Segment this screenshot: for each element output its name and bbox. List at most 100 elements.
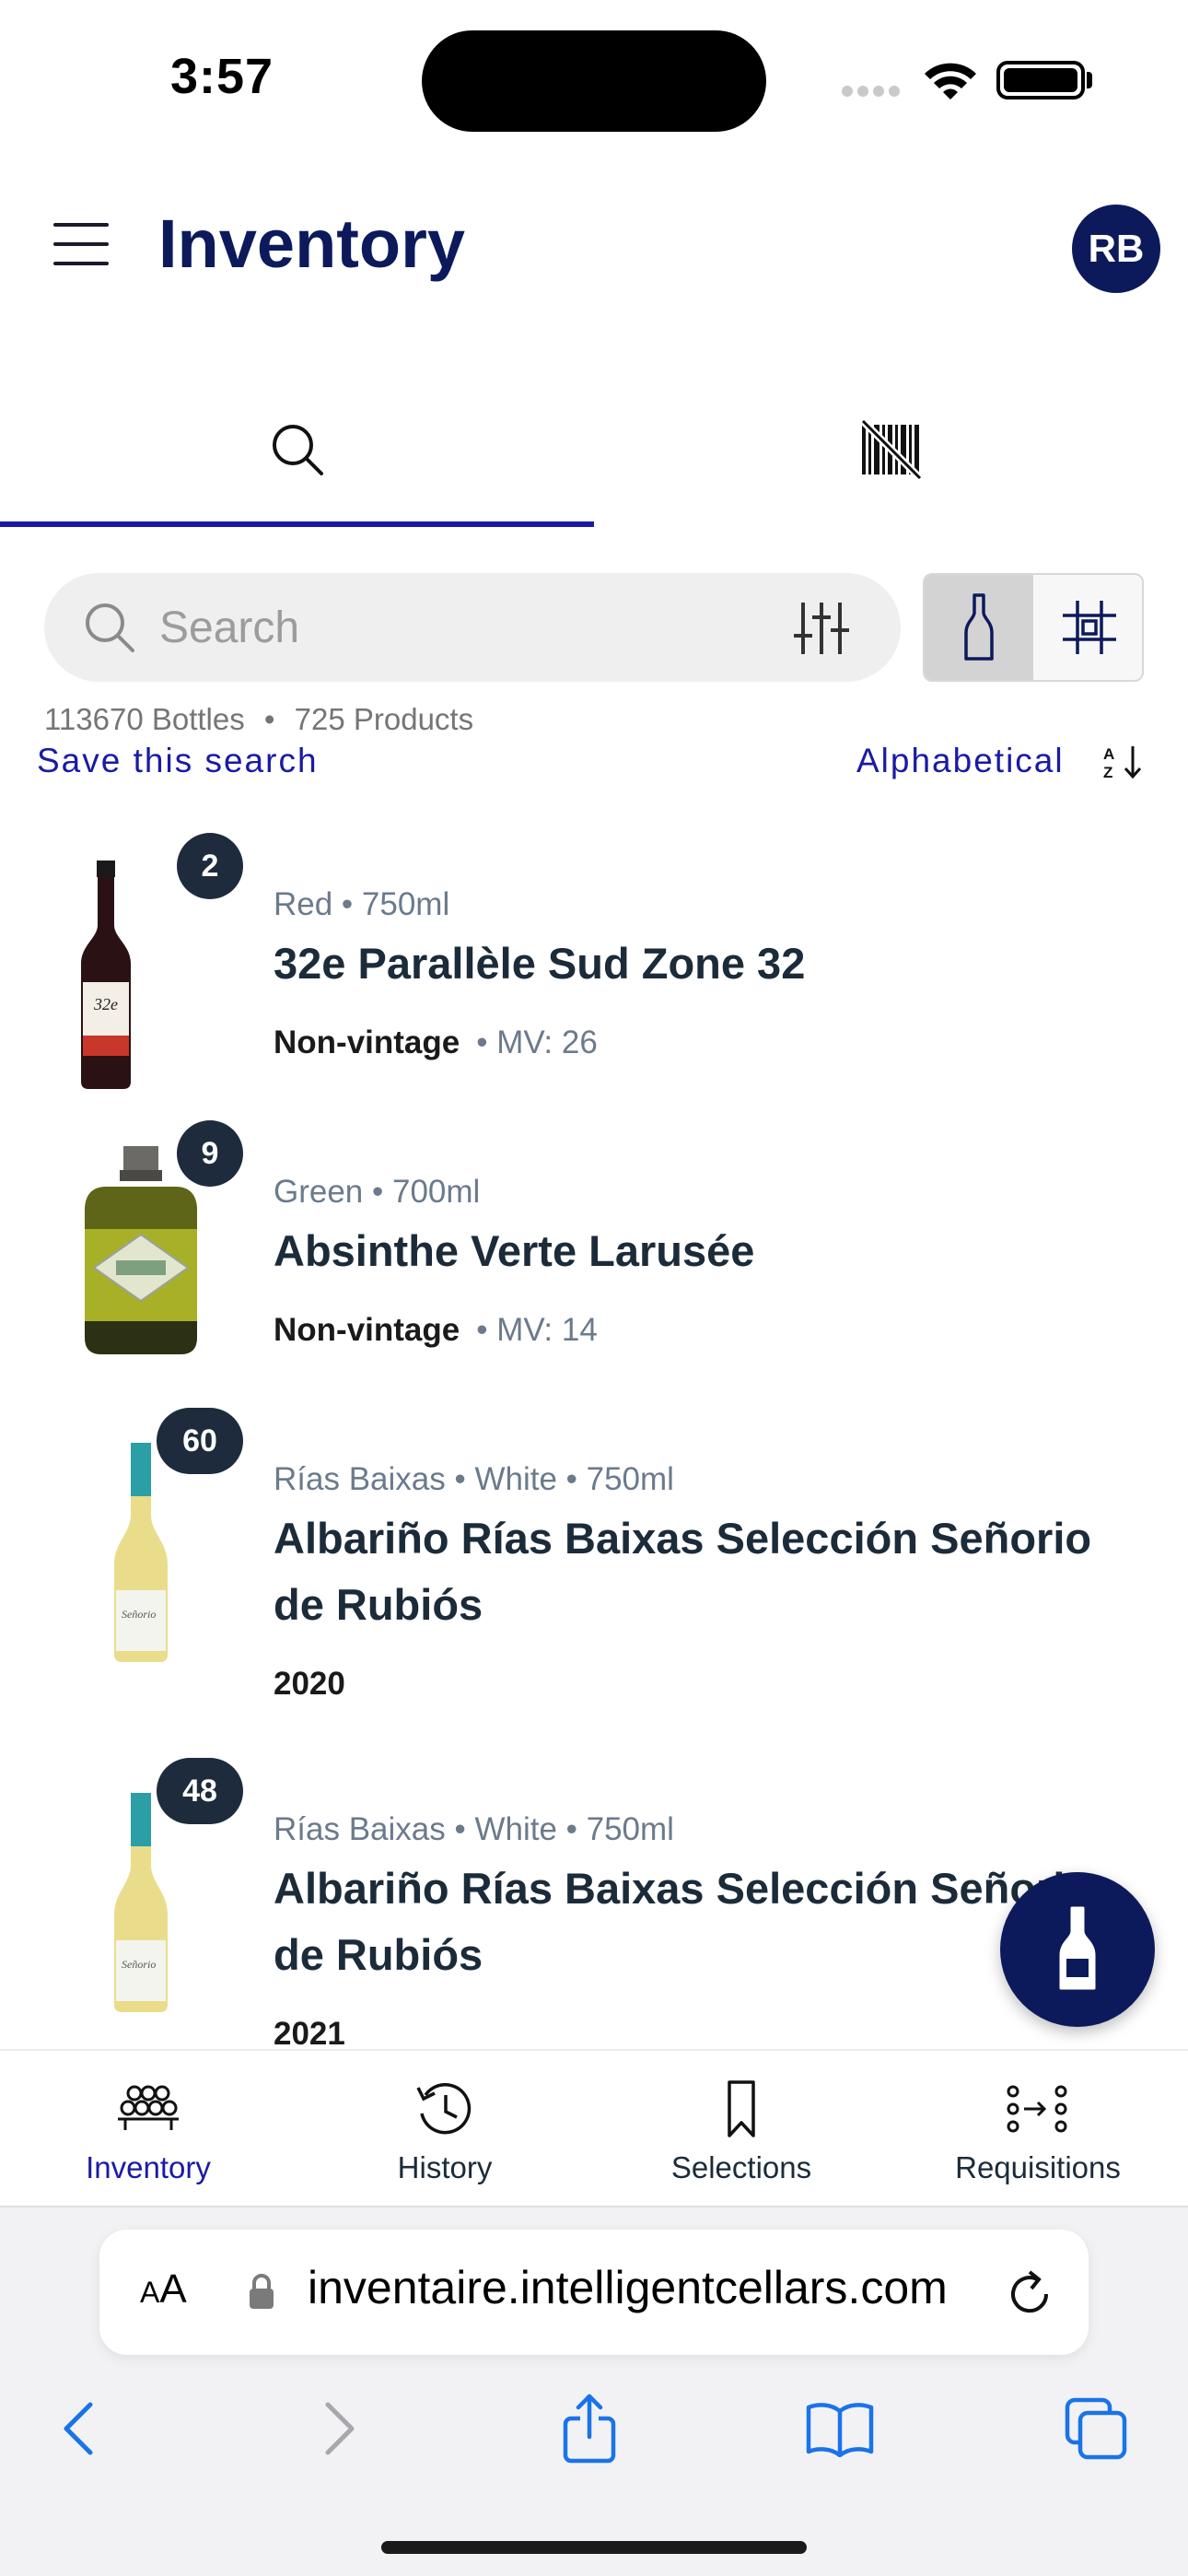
dynamic-island [422, 30, 766, 132]
battery-icon [996, 61, 1085, 100]
item-name: Albariño Rías Baixas Selección Señorio d… [274, 1514, 1092, 1629]
barcode-scan-icon [859, 418, 923, 481]
absinthe-bottle-image [85, 1146, 197, 1354]
bottle-view-button[interactable] [925, 575, 1033, 680]
white-wine-bottle-image: Señorio [114, 1443, 168, 1662]
nav-item-requisitions[interactable]: Requisitions [890, 2051, 1186, 2207]
active-tab-indicator [0, 521, 594, 527]
bookmarks-button[interactable] [803, 2392, 877, 2465]
bookmark-icon [728, 2080, 755, 2137]
bottle-count-badge: 9 [177, 1120, 243, 1187]
count-separator: • [263, 702, 275, 736]
svg-text:Z: Z [1103, 764, 1112, 779]
item-market-value: • MV: 26 [476, 1025, 598, 1060]
add-bottle-fab[interactable] [1000, 1872, 1155, 2027]
nav-label: History [397, 2150, 493, 2184]
url-text: inventaire.intelligentcellars.com [308, 2262, 948, 2313]
bottle-count-badge: 60 [157, 1408, 243, 1474]
home-indicator [381, 2541, 807, 2554]
svg-text:32e: 32e [93, 995, 118, 1013]
bottle-count-badge: 48 [157, 1758, 243, 1824]
tab-scan[interactable] [594, 369, 1188, 531]
inventory-counts: 113670 Bottles • 725 Products [44, 702, 473, 737]
nav-item-selections[interactable]: Selections [593, 2051, 890, 2207]
chevron-left-icon [64, 2402, 93, 2455]
product-count: 725 Products [294, 702, 474, 736]
svg-text:A: A [1103, 745, 1114, 763]
browser-toolbar: AA inventaire.intelligentcellars.com [0, 2206, 1188, 2576]
wifi-icon [925, 63, 976, 100]
item-vintage: Non-vintage [274, 1312, 460, 1348]
lock-icon [250, 2274, 274, 2309]
nav-item-history[interactable]: History [297, 2051, 593, 2207]
save-search-link[interactable]: Save this search [37, 742, 319, 780]
wine-rack-icon [118, 2085, 179, 2130]
list-item[interactable]: 32e 2 Red • 750ml 32e Parallèle Sud Zone… [0, 820, 1188, 1107]
tabs-icon [1065, 2397, 1127, 2460]
item-meta: Green • 700ml [274, 1174, 481, 1210]
item-meta: Red • 750ml [274, 886, 450, 922]
back-button[interactable] [42, 2392, 116, 2465]
book-icon [806, 2403, 874, 2457]
address-bar[interactable]: AA inventaire.intelligentcellars.com [99, 2230, 1089, 2355]
list-item[interactable]: Señorio 60 Rías Baixas • White • 750ml A… [0, 1395, 1188, 1745]
nav-item-inventory[interactable]: Inventory [0, 2051, 297, 2207]
bottom-navigation: Inventory History Selections Requisition… [0, 2049, 1188, 2206]
item-name: 32e Parallèle Sud Zone 32 [274, 939, 806, 988]
nav-label: Inventory [86, 2150, 211, 2184]
cellular-signal-icon [842, 85, 906, 98]
search-bar[interactable] [44, 573, 901, 682]
sort-az-icon[interactable]: A Z [1103, 743, 1146, 779]
tab-search[interactable] [0, 369, 594, 531]
product-list: 32e 2 Red • 750ml 32e Parallèle Sud Zone… [0, 820, 1188, 2049]
chevron-right-icon [325, 2402, 355, 2455]
grid-icon [1063, 601, 1116, 654]
tabs-button[interactable] [1059, 2392, 1133, 2465]
requisitions-icon [1007, 2085, 1067, 2133]
svg-text:Señorio: Señorio [122, 1608, 156, 1621]
sort-button[interactable]: Alphabetical [856, 742, 1065, 780]
item-vintage-row: Non-vintage • MV: 14 [274, 1312, 598, 1349]
history-icon [416, 2082, 472, 2135]
tab-bar [0, 369, 1188, 531]
list-item[interactable]: 9 Green • 700ml Absinthe Verte Larusée N… [0, 1107, 1188, 1395]
nav-label: Requisitions [955, 2150, 1121, 2184]
item-vintage: 2021 [274, 2016, 345, 2049]
item-vintage-row: Non-vintage • MV: 26 [274, 1025, 598, 1061]
search-icon [86, 603, 134, 652]
item-vintage: Non-vintage [274, 1025, 460, 1060]
share-button[interactable] [553, 2392, 626, 2465]
search-icon [272, 425, 323, 475]
item-name: Absinthe Verte Larusée [274, 1226, 755, 1275]
hamburger-menu-icon[interactable] [53, 223, 109, 265]
status-bar: 3:57 [0, 0, 1188, 157]
item-meta: Rías Baixas • White • 750ml [274, 1811, 674, 1847]
item-vintage-row: 2021 [274, 2016, 345, 2049]
red-wine-bottle-image: 32e [81, 861, 131, 1089]
item-vintage-row: 2020 [274, 1666, 345, 1703]
forward-button[interactable] [302, 2392, 376, 2465]
bottle-icon [964, 593, 994, 661]
page-title: Inventory [158, 205, 466, 282]
view-mode-toggle [923, 573, 1144, 682]
bottle-icon [1059, 1906, 1096, 1990]
item-vintage: 2020 [274, 1666, 345, 1702]
white-wine-bottle-image: Señorio [114, 1793, 168, 2012]
nav-label: Selections [670, 2150, 812, 2184]
svg-text:Señorio: Señorio [122, 1958, 156, 1971]
grid-view-button[interactable] [1035, 575, 1142, 680]
reload-icon[interactable] [1004, 2266, 1057, 2320]
list-item[interactable]: Señorio 48 Rías Baixas • White • 750ml A… [0, 1745, 1188, 2049]
battery-cap [1087, 72, 1092, 88]
item-market-value: • MV: 14 [476, 1312, 598, 1348]
status-time: 3:57 [170, 49, 274, 104]
filter-sliders-icon[interactable] [792, 599, 851, 658]
bottle-count-badge: 2 [177, 833, 243, 899]
text-size-button[interactable]: AA [140, 2266, 187, 2313]
search-input[interactable] [159, 597, 675, 658]
avatar[interactable]: RB [1072, 205, 1160, 293]
share-icon [563, 2394, 616, 2464]
item-meta: Rías Baixas • White • 750ml [274, 1461, 674, 1497]
app-header: Inventory RB [0, 184, 1188, 313]
bottle-count: 113670 Bottles [44, 702, 245, 736]
